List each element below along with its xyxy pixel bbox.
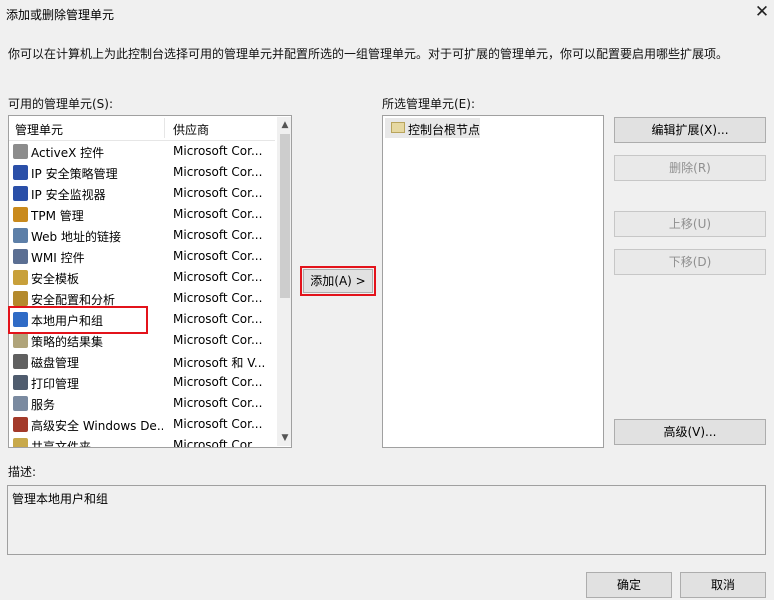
shared-folder-icon (13, 438, 28, 447)
snapin-name: IP 安全监视器 (31, 188, 106, 202)
move-down-button[interactable]: 下移(D) (614, 249, 766, 275)
close-icon[interactable]: ✕ (752, 2, 772, 22)
highlight-add-button (300, 266, 376, 296)
snapin-vendor: Microsoft Cor... (173, 396, 263, 410)
description-box: 管理本地用户和组 (7, 485, 766, 555)
snapin-name: 打印管理 (31, 377, 80, 391)
window-title: 添加或删除管理单元 (6, 8, 115, 22)
list-scrollbar[interactable]: ▲ ▼ (277, 117, 291, 446)
description-text: 管理本地用户和组 (12, 492, 109, 506)
snapin-vendor: Microsoft Cor... (173, 333, 263, 347)
available-label: 可用的管理单元(S): (8, 97, 114, 111)
tpm-icon (13, 207, 28, 222)
snapin-vendor: Microsoft Cor... (173, 291, 263, 305)
snapin-vendor: Microsoft Cor... (173, 312, 263, 326)
list-item[interactable]: WMI 控件 Microsoft Cor... (9, 246, 275, 267)
activex-control-icon (13, 144, 28, 159)
list-item[interactable]: 服务 Microsoft Cor... (9, 393, 275, 414)
ok-button[interactable]: 确定 (586, 572, 672, 598)
selected-label: 所选管理单元(E): (382, 97, 475, 111)
snapin-vendor: Microsoft 和 V... (173, 356, 266, 370)
snapin-name: 服务 (31, 398, 56, 412)
column-header-vendor[interactable]: 供应商 (173, 121, 209, 138)
snapin-vendor: Microsoft Cor... (173, 375, 263, 389)
remove-button[interactable]: 删除(R) (614, 155, 766, 181)
snapin-name: 共享文件夹 (31, 440, 92, 448)
scroll-down-icon[interactable]: ▼ (277, 430, 291, 446)
print-management-icon (13, 375, 28, 390)
selected-item-label: 控制台根节点 (408, 123, 481, 137)
rsop-icon (13, 333, 28, 348)
snapin-name: 安全模板 (31, 272, 80, 286)
description-label: 描述: (8, 465, 37, 479)
scroll-up-icon[interactable]: ▲ (277, 117, 291, 133)
snapin-name: 高级安全 Windows De... (31, 419, 163, 433)
list-item[interactable]: IP 安全监视器 Microsoft Cor... (9, 183, 275, 204)
services-icon (13, 396, 28, 411)
list-item[interactable]: 磁盘管理 Microsoft 和 V... (9, 351, 275, 372)
list-item[interactable]: 打印管理 Microsoft Cor... (9, 372, 275, 393)
firewall-icon (13, 417, 28, 432)
snapin-name: TPM 管理 (31, 209, 84, 223)
snapin-vendor: Microsoft Cor... (173, 186, 263, 200)
snapin-vendor: Microsoft Cor... (173, 438, 263, 448)
list-item[interactable]: 安全模板 Microsoft Cor... (9, 267, 275, 288)
column-header-name[interactable]: 管理单元 (15, 121, 63, 138)
snapin-vendor: Microsoft Cor... (173, 207, 263, 221)
security-analysis-icon (13, 291, 28, 306)
highlight-local-users (8, 306, 148, 334)
list-item[interactable]: 共享文件夹 Microsoft Cor... (9, 435, 275, 448)
list-item[interactable]: IP 安全策略管理 Microsoft Cor... (9, 162, 275, 183)
move-up-button[interactable]: 上移(U) (614, 211, 766, 237)
ip-security-monitor-icon (13, 186, 28, 201)
list-item[interactable]: TPM 管理 Microsoft Cor... (9, 204, 275, 225)
list-item[interactable]: ActiveX 控件 Microsoft Cor... (9, 141, 275, 162)
snapin-name: Web 地址的链接 (31, 230, 121, 244)
snapin-vendor: Microsoft Cor... (173, 417, 263, 431)
snapin-name: 策略的结果集 (31, 335, 104, 349)
advanced-button[interactable]: 高级(V)... (614, 419, 766, 445)
snapin-vendor: Microsoft Cor... (173, 249, 263, 263)
snapin-name: WMI 控件 (31, 251, 85, 265)
security-template-icon (13, 270, 28, 285)
web-link-icon (13, 228, 28, 243)
list-item[interactable]: 高级安全 Windows De... Microsoft Cor... (9, 414, 275, 435)
scroll-thumb[interactable] (280, 134, 290, 298)
snapin-vendor: Microsoft Cor... (173, 165, 263, 179)
cancel-button[interactable]: 取消 (680, 572, 766, 598)
snapin-vendor: Microsoft Cor... (173, 270, 263, 284)
folder-icon (391, 122, 405, 133)
available-snapins-list[interactable]: 管理单元 供应商 ActiveX 控件 Microsoft Cor... IP 安全… (8, 115, 292, 448)
snapin-vendor: Microsoft Cor... (173, 228, 263, 242)
list-item[interactable]: Web 地址的链接 Microsoft Cor... (9, 225, 275, 246)
edit-extensions-button[interactable]: 编辑扩展(X)... (614, 117, 766, 143)
ip-security-policy-icon (13, 165, 28, 180)
selected-snapins-list[interactable]: 控制台根节点 (382, 115, 604, 448)
disk-management-icon (13, 354, 28, 369)
snapin-vendor: Microsoft Cor... (173, 144, 263, 158)
snapin-name: 磁盘管理 (31, 356, 80, 370)
list-header: 管理单元 供应商 (9, 116, 275, 141)
snapin-name: ActiveX 控件 (31, 146, 105, 160)
selected-item[interactable]: 控制台根节点 (385, 118, 480, 138)
wmi-control-icon (13, 249, 28, 264)
snapin-name: IP 安全策略管理 (31, 167, 118, 181)
intro-description: 你可以在计算机上为此控制台选择可用的管理单元并配置所选的一组管理单元。对于可扩展… (8, 47, 729, 61)
